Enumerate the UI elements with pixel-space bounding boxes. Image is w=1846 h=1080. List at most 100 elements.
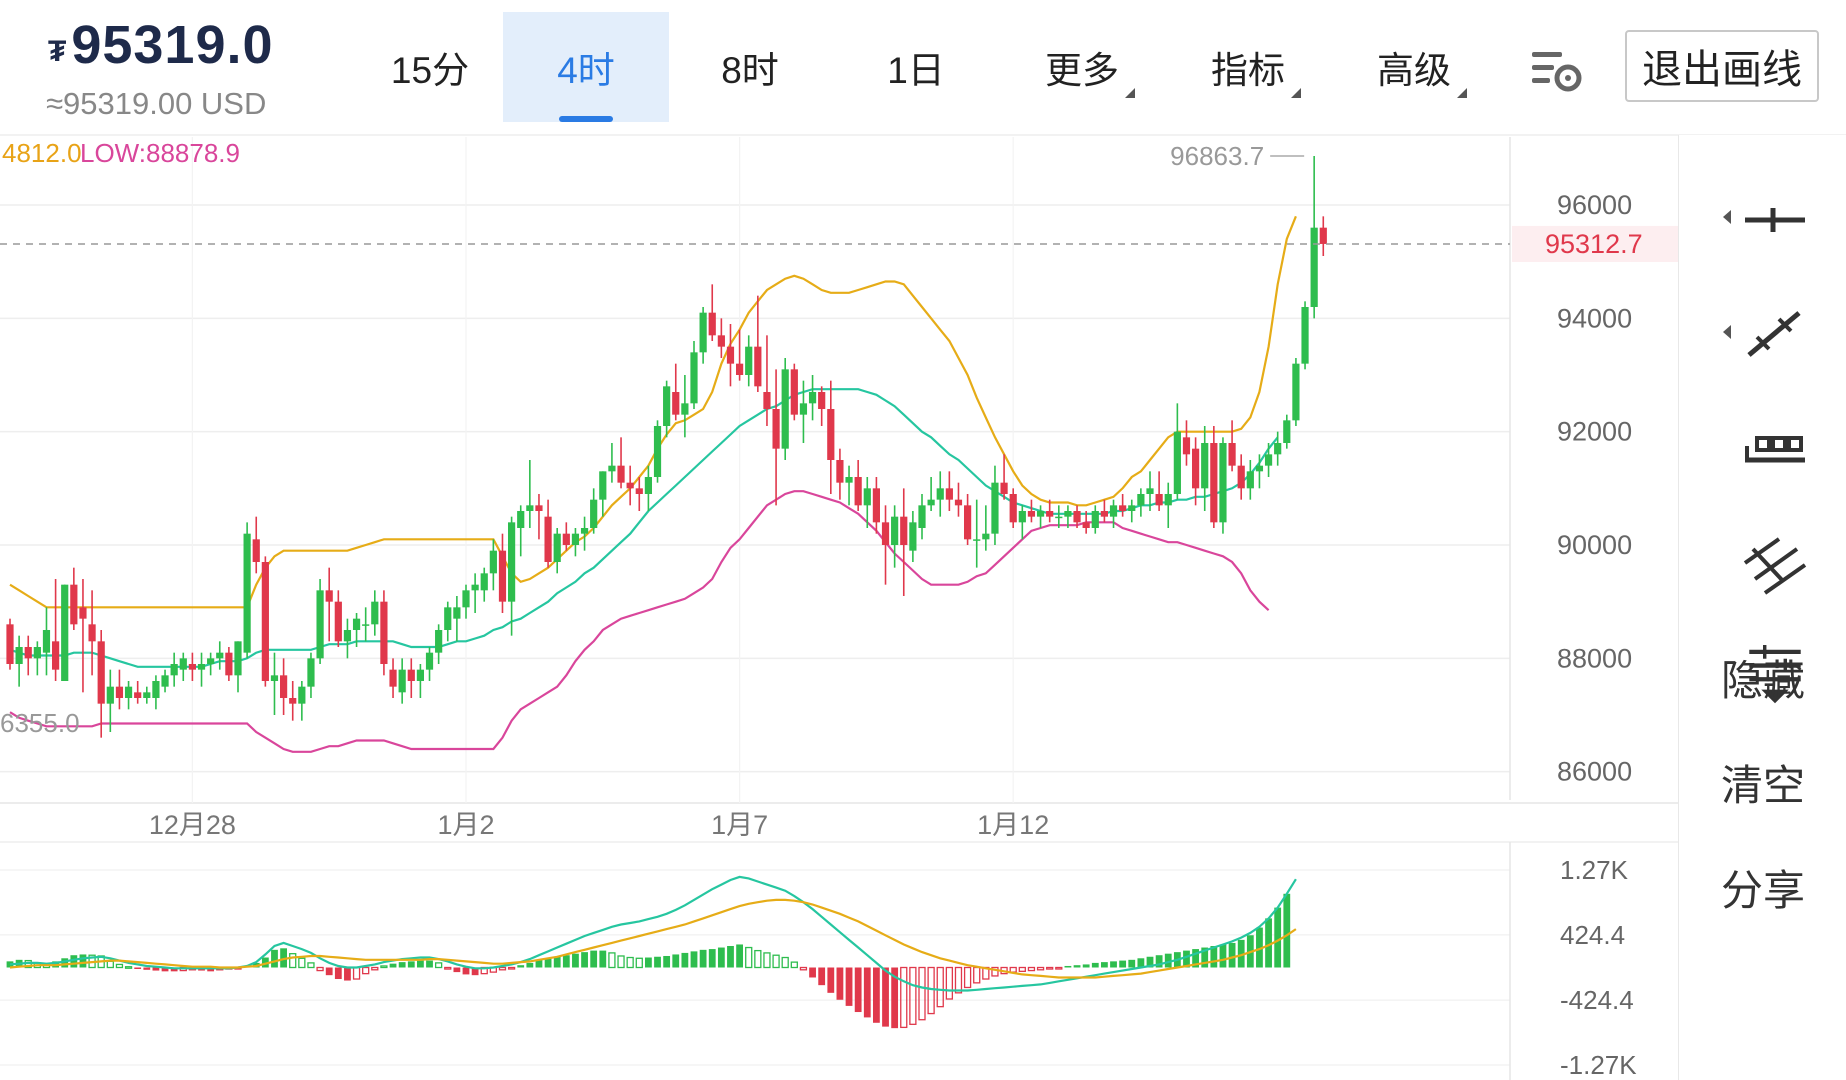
candle-body [325,590,333,602]
candle-body [517,511,525,528]
candle-body [964,505,972,540]
legend-low: LOW:88878.9 [80,138,240,168]
candle-body [61,584,69,681]
macd-histogram-bar [927,966,935,1015]
macd-y-tick-label: -424.4 [1560,985,1634,1015]
y-tick-label: 90000 [1557,530,1632,560]
candle-body [1055,516,1063,519]
measure-ruler-icon[interactable] [1739,420,1811,480]
candle-body [179,658,187,670]
macd-y-tick-label: -1.27K [1560,1050,1637,1080]
macd-histogram-bar [672,954,680,968]
candle-body [745,346,753,375]
macd-histogram-bar [699,949,707,968]
candle-body [872,488,880,523]
candle-body [1018,511,1026,523]
candle-body [945,488,953,500]
macd-histogram-bar [298,957,306,969]
macd-histogram-bar [882,967,889,1027]
candle-body [161,675,169,687]
hide-button[interactable]: 隐藏 [1679,647,1846,708]
candle-body [106,686,114,704]
macd-histogram-bar [434,962,443,969]
candle-body [1036,511,1045,517]
candle-body [1109,505,1118,517]
candle-body [134,692,142,698]
submenu-arrow-icon[interactable] [1723,210,1731,224]
candle-body [653,426,662,477]
candle-body [635,488,643,494]
macd-histogram-bar [1119,960,1127,968]
candle-body [672,392,680,415]
candle-body [207,658,215,664]
macd-histogram-bar [1219,944,1227,968]
candle-body [1009,494,1017,523]
macd-histogram-bar [553,956,561,968]
candle-body [836,460,844,483]
macd-histogram-bar [590,950,598,968]
macd-histogram-bar [1091,962,1099,968]
parallel-lines-icon[interactable] [1739,535,1811,595]
candle-body [280,675,288,698]
candle-body [15,647,23,664]
macd-histogram-bar [799,966,808,971]
macd-histogram-bar [344,967,351,981]
macd-histogram-bar [498,966,507,971]
x-tick-label: 1月12 [977,810,1049,840]
chart-area[interactable]: 96863.7 6355.0 95312.7 12月28 1月2 1月7 1月12 96… [0,0,1846,1080]
macd-histogram-bar [690,951,698,968]
macd-histogram-bar [863,967,871,1018]
horizontal-line-icon[interactable] [1739,190,1811,250]
candle-body [717,335,725,347]
candle-body [1155,494,1163,506]
macd-histogram-bar [70,955,78,968]
candle-body [845,477,853,483]
macd-histogram-bar [845,967,853,1006]
candle-body [772,409,780,449]
candle-body [42,630,51,653]
candle-body [1027,511,1036,517]
candle-body [352,618,361,630]
macd-histogram-bar [507,966,516,970]
candle-body [1255,465,1264,472]
macd-histogram-bar [827,967,835,993]
submenu-arrow-icon[interactable] [1723,325,1731,339]
candle-body [562,533,570,545]
candle-body [863,488,871,506]
candle-body [818,392,826,409]
candle-body [699,312,707,353]
clear-button[interactable]: 清空 [1679,752,1846,813]
candle-body [781,369,789,449]
macd-histogram-bar [307,962,315,969]
candle-body [33,647,41,659]
macd-histogram-bar [407,961,415,968]
candle-body [973,539,981,541]
candle-body [736,363,744,375]
macd-histogram-bar [352,966,361,980]
candle-body [1119,505,1127,511]
candle-body [480,573,488,591]
candle-body [881,522,890,545]
candle-body [790,369,798,415]
candle-body [115,686,124,698]
trend-line-icon[interactable] [1739,305,1811,365]
candle-body [1274,443,1282,455]
share-button[interactable]: 分享 [1679,857,1846,918]
macd-histogram-bar [462,967,470,975]
candle-body [754,346,762,387]
macd-histogram-bar [963,966,972,989]
candle-body [398,669,406,693]
macd-histogram-bar [727,946,734,968]
macd-y-tick-label: 1.27K [1560,855,1629,885]
macd-histogram-bar [1101,962,1108,968]
candle-body [526,505,534,511]
candle-body [416,669,424,681]
candle-body [954,499,963,506]
candle-body [900,516,908,545]
y-tick-label: 96000 [1557,190,1632,220]
macd-histogram-bar [1128,959,1136,968]
macd-histogram-bar [954,966,963,994]
macd-histogram-bar [581,952,588,968]
candle-body [663,386,671,426]
candle-body [316,590,324,659]
